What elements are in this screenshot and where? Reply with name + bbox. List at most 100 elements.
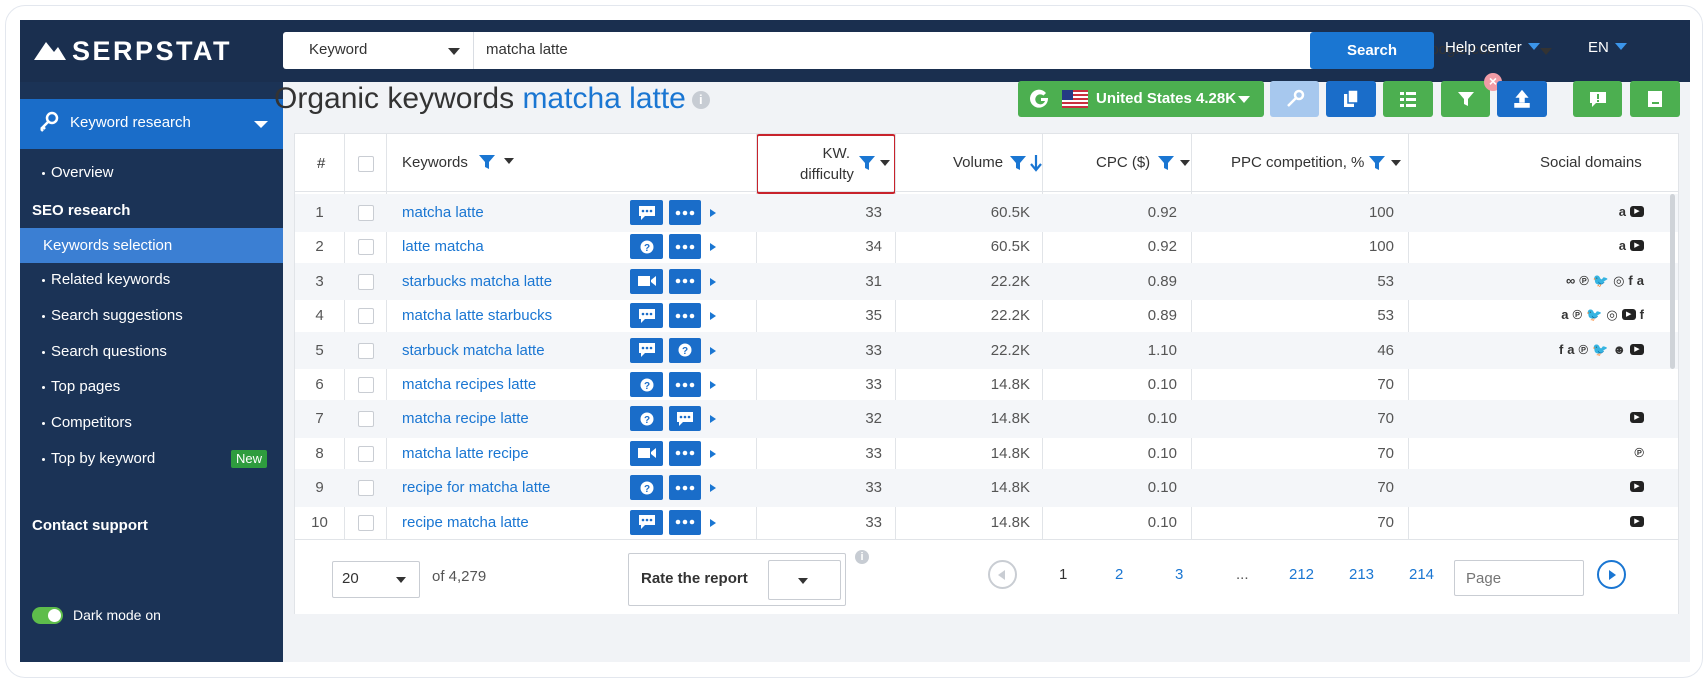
sidebar-item-search-questions[interactable]: Search questions <box>20 333 283 371</box>
question-button[interactable]: ? <box>630 475 663 501</box>
page-212[interactable]: 212 <box>1289 566 1314 583</box>
comments-button[interactable] <box>630 337 663 363</box>
prev-page-button[interactable] <box>988 560 1017 589</box>
table-row[interactable]: 4 matcha latte starbucks 35 22.2K 0.89 53 a ℗ 🐦 ◎… <box>295 297 1678 335</box>
expand-arrow-icon[interactable] <box>710 243 716 252</box>
sidebar-item-top-pages[interactable]: Top pages <box>20 368 283 406</box>
sidebar-item-related-keywords[interactable]: Related keywords <box>20 261 283 299</box>
video-button[interactable] <box>630 268 663 294</box>
comments-button[interactable] <box>630 303 663 329</box>
row-checkbox[interactable] <box>358 411 374 428</box>
table-row[interactable]: 3 starbucks matcha latte 31 22.2K 0.89 53 ∞ ℗ 🐦 ◎… <box>295 262 1678 301</box>
sidebar-section-seo-research[interactable]: SEO research <box>32 202 130 219</box>
sidebar-item-top-by-keyword[interactable]: Top by keyword New <box>20 440 283 478</box>
header-ppc-competition[interactable]: PPC competition, % <box>1231 154 1364 171</box>
youtube-icon[interactable]: ▶ <box>1621 309 1636 321</box>
question-button[interactable]: ? <box>669 337 701 363</box>
keyword-link[interactable]: matcha latte <box>402 194 484 231</box>
expand-arrow-icon[interactable] <box>710 484 716 493</box>
amazon-icon[interactable]: a <box>1619 204 1626 220</box>
filter-icon[interactable] <box>1368 155 1386 171</box>
keyword-link[interactable]: recipe matcha latte <box>402 504 529 541</box>
keyword-link[interactable]: latte matcha <box>402 228 484 265</box>
table-row[interactable]: 5 starbuck matcha latte? 33 22.2K 1.10 46 f a ℗ 🐦… <box>295 331 1678 370</box>
sidebar-item-competitors[interactable]: Competitors <box>20 404 283 442</box>
twitter-icon[interactable]: 🐦 <box>1586 307 1602 323</box>
sidebar-item-search-suggestions[interactable]: Search suggestions <box>20 297 283 335</box>
reddit-icon[interactable]: ☻ <box>1612 342 1626 358</box>
rate-report-widget[interactable]: Rate the report <box>628 553 846 606</box>
country-selector[interactable]: United States 4.28K <box>1018 81 1264 117</box>
more-button[interactable] <box>669 440 701 466</box>
row-checkbox[interactable] <box>358 377 374 393</box>
row-checkbox[interactable] <box>358 480 374 497</box>
guide-button[interactable] <box>1630 81 1680 117</box>
comments-button[interactable] <box>630 200 663 225</box>
expand-arrow-icon[interactable] <box>710 381 716 389</box>
more-button[interactable] <box>669 234 701 260</box>
table-row[interactable]: 6 matcha recipes latte? 33 14.8K 0.10 70 <box>295 366 1678 404</box>
select-all-checkbox[interactable] <box>358 156 374 172</box>
amazon-icon[interactable]: a <box>1561 307 1568 323</box>
sort-down-icon[interactable] <box>1030 154 1042 172</box>
row-checkbox[interactable] <box>358 239 374 256</box>
table-row[interactable]: 2 latte matcha? 34 60.5K 0.92 100 a ▶ <box>295 228 1678 266</box>
youtube-icon[interactable]: ▶ <box>1630 343 1644 355</box>
header-volume[interactable]: Volume <box>953 154 1003 171</box>
page-214[interactable]: 214 <box>1409 566 1434 583</box>
filter-button[interactable] <box>1441 81 1490 117</box>
pinterest-icon[interactable]: ℗ <box>1634 445 1644 461</box>
contact-support-link[interactable]: Contact support <box>32 517 148 534</box>
filter-icon[interactable] <box>1157 155 1175 171</box>
more-button[interactable] <box>669 475 701 501</box>
youtube-icon[interactable]: ▶ <box>1630 206 1644 217</box>
comments-button[interactable] <box>669 406 701 432</box>
expand-arrow-icon[interactable] <box>710 518 716 527</box>
header-kw-difficulty[interactable]: KW. difficulty <box>800 143 854 185</box>
row-checkbox[interactable] <box>358 308 374 325</box>
keyword-link[interactable]: starbucks matcha latte <box>402 263 552 300</box>
amazon-icon[interactable]: a <box>1567 342 1574 358</box>
serpstat-logo[interactable]: SERPSTAT <box>32 36 232 66</box>
per-page-select[interactable]: 20 <box>332 561 420 598</box>
page-2[interactable]: 2 <box>1115 566 1123 583</box>
question-button[interactable]: ? <box>630 234 663 260</box>
search-type-select[interactable]: Keyword <box>283 32 474 69</box>
expand-arrow-icon[interactable] <box>710 277 716 286</box>
module-selector[interactable]: Keyword research <box>20 99 283 149</box>
table-row[interactable]: 8 matcha latte recipe 33 14.8K 0.10 70 ℗ <box>295 435 1678 473</box>
pinterest-icon[interactable]: ℗ <box>1573 307 1583 323</box>
language-menu[interactable]: EN <box>1588 39 1627 56</box>
keyword-link[interactable]: matcha latte starbucks <box>402 297 552 334</box>
copy-button[interactable] <box>1326 81 1376 117</box>
more-button[interactable] <box>669 509 701 535</box>
filter-icon[interactable] <box>1009 155 1027 171</box>
search-input[interactable]: matcha latte <box>474 32 1084 69</box>
facebook-icon[interactable]: f <box>1628 273 1632 289</box>
row-checkbox[interactable] <box>358 445 374 462</box>
facebook-icon[interactable]: f <box>1559 342 1563 358</box>
search-button[interactable]: Search <box>1310 32 1434 69</box>
pinterest-icon[interactable]: ℗ <box>1579 342 1589 358</box>
youtube-icon[interactable]: ▶ <box>1630 240 1644 252</box>
row-checkbox[interactable] <box>358 514 374 531</box>
row-checkbox[interactable] <box>358 273 374 290</box>
more-button[interactable] <box>669 303 701 329</box>
facebook-icon[interactable]: f <box>1640 307 1644 323</box>
columns-button[interactable] <box>1383 81 1433 117</box>
key-tool-button[interactable] <box>1270 81 1319 117</box>
keyword-link[interactable]: matcha recipes latte <box>402 366 536 403</box>
help-center-menu[interactable]: Help center <box>1445 39 1540 56</box>
twitter-icon[interactable]: 🐦 <box>1592 342 1608 358</box>
more-button[interactable] <box>669 200 701 225</box>
scrollbar[interactable] <box>1670 194 1675 369</box>
keyword-link[interactable]: matcha recipe latte <box>402 400 529 437</box>
comments-button[interactable] <box>630 509 663 535</box>
keyword-link[interactable]: recipe for matcha latte <box>402 469 550 506</box>
table-row[interactable]: 9 recipe for matcha latte? 33 14.8K 0.10 70 ▶ <box>295 469 1678 507</box>
dark-mode-toggle[interactable] <box>32 607 63 624</box>
video-button[interactable] <box>630 440 663 466</box>
youtube-icon[interactable]: ▶ <box>1630 481 1644 493</box>
export-button[interactable] <box>1497 81 1547 117</box>
amazon-icon[interactable]: a <box>1637 273 1644 289</box>
